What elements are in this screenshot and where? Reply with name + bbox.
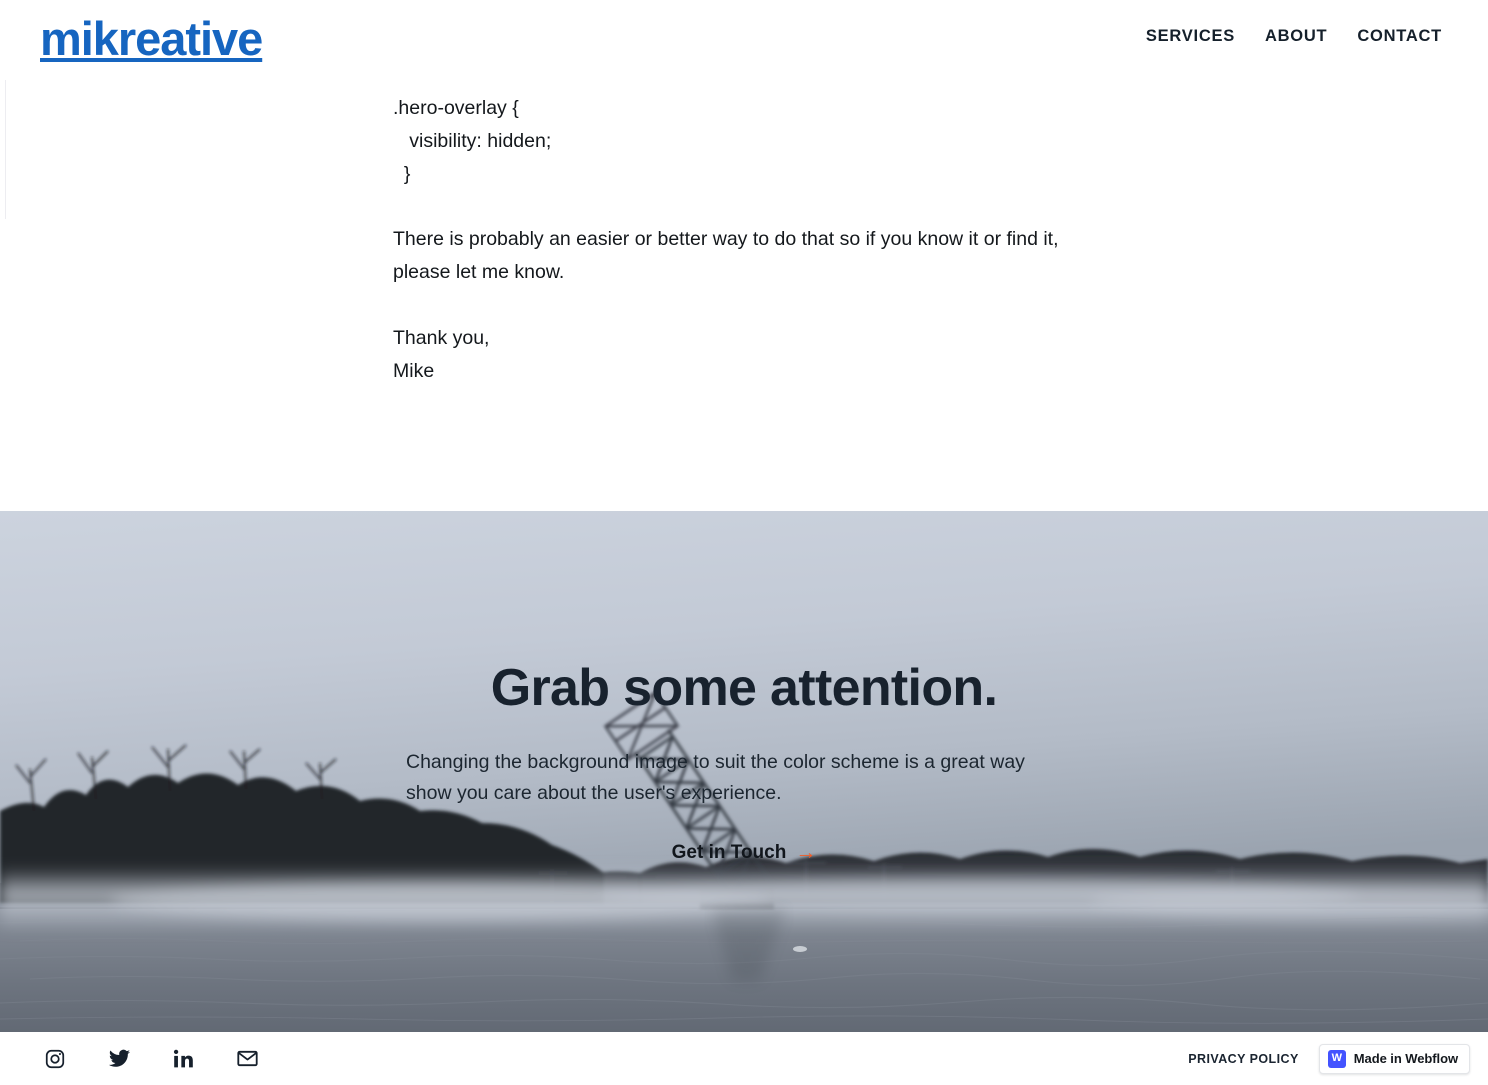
webflow-logo-icon: W <box>1327 1049 1346 1068</box>
social-links <box>42 1046 260 1072</box>
made-in-webflow-label: Made in Webflow <box>1353 1051 1458 1066</box>
nav-link-contact[interactable]: CONTACT <box>1357 27 1442 46</box>
article-signature: Thank you, Mike <box>393 322 1093 388</box>
nav-link-about[interactable]: ABOUT <box>1265 27 1327 46</box>
social-link-linkedin[interactable] <box>170 1046 196 1072</box>
code-snippet: .hero-overlay { visibility: hidden; } <box>393 97 552 185</box>
arrow-right-icon: → <box>795 840 817 864</box>
social-link-email[interactable] <box>234 1046 260 1072</box>
social-link-twitter[interactable] <box>106 1046 132 1072</box>
twitter-icon <box>108 1047 131 1070</box>
site-footer: PRIVACY POLICY W Made in Webflow <box>0 1032 1488 1085</box>
privacy-policy-link[interactable]: PRIVACY POLICY <box>1188 1052 1299 1066</box>
main-navigation: SERVICES ABOUT CONTACT <box>1146 27 1442 46</box>
instagram-icon <box>44 1048 66 1070</box>
hero-background-image <box>0 511 1488 1032</box>
article-paragraph: There is probably an easier or better wa… <box>393 228 1059 283</box>
footer-right-group: PRIVACY POLICY W Made in Webflow <box>1188 1043 1470 1074</box>
hero-section: Grab some attention. Changing the backgr… <box>0 511 1488 1032</box>
nav-link-services[interactable]: SERVICES <box>1146 27 1235 46</box>
get-in-touch-button[interactable]: Get in Touch → <box>672 842 817 864</box>
social-link-instagram[interactable] <box>42 1046 68 1072</box>
linkedin-icon <box>172 1048 194 1070</box>
article-body: .hero-overlay { visibility: hidden; } Th… <box>393 92 1093 388</box>
brand-logo[interactable]: mikreative <box>40 15 263 62</box>
site-header: mikreative SERVICES ABOUT CONTACT <box>0 0 1488 80</box>
hero-cta-wrapper: Get in Touch → <box>0 842 1488 864</box>
signature-name: Mike <box>393 360 435 382</box>
sign-off-text: Thank you, <box>393 327 490 349</box>
email-icon <box>236 1047 259 1070</box>
get-in-touch-label: Get in Touch <box>671 842 787 863</box>
page-root: mikreative SERVICES ABOUT CONTACT .hero-… <box>0 0 1488 1085</box>
made-in-webflow-badge[interactable]: W Made in Webflow <box>1318 1043 1470 1074</box>
